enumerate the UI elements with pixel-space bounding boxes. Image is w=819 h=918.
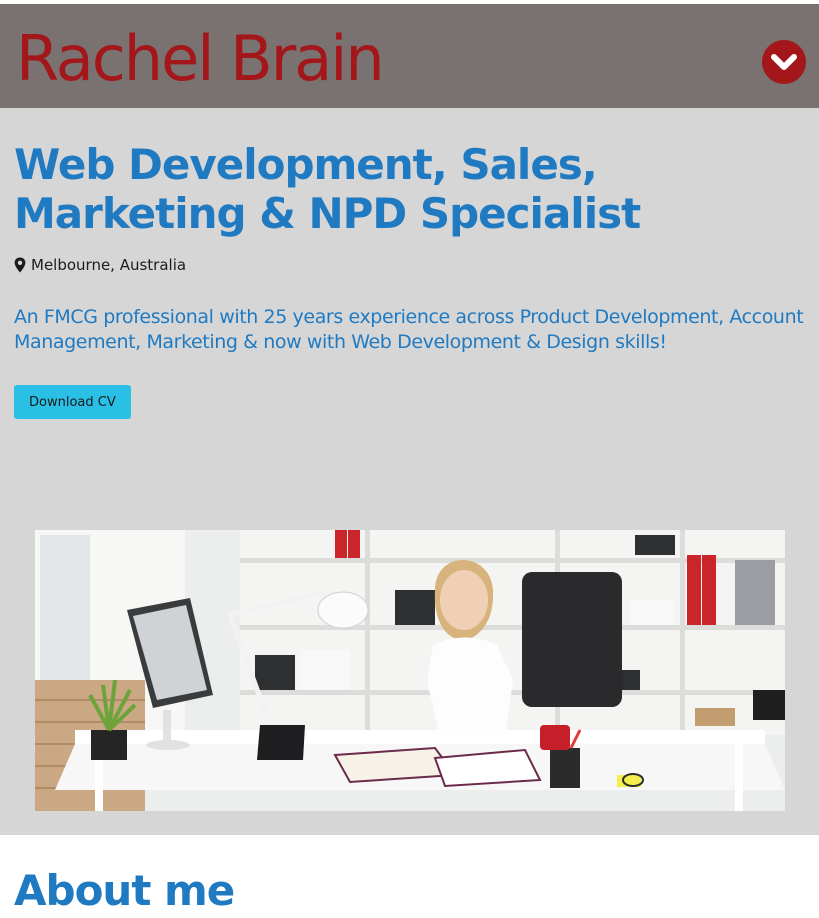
site-header: Rachel Brain	[0, 4, 819, 108]
map-marker-icon	[14, 257, 26, 273]
office-scene-illustration	[35, 530, 785, 811]
menu-toggle-button[interactable]	[762, 40, 806, 84]
chevron-down-icon	[771, 54, 797, 70]
download-cv-button[interactable]: Download CV	[14, 385, 131, 419]
hero-title: Web Development, Sales, Marketing & NPD …	[14, 140, 641, 238]
about-heading: About me	[14, 866, 235, 915]
location-text: Melbourne, Australia	[31, 256, 187, 274]
site-title[interactable]: Rachel Brain	[16, 22, 385, 96]
hero-office-photo	[35, 530, 785, 811]
location: Melbourne, Australia	[14, 255, 186, 275]
hero-summary: An FMCG professional with 25 years exper…	[14, 306, 804, 353]
